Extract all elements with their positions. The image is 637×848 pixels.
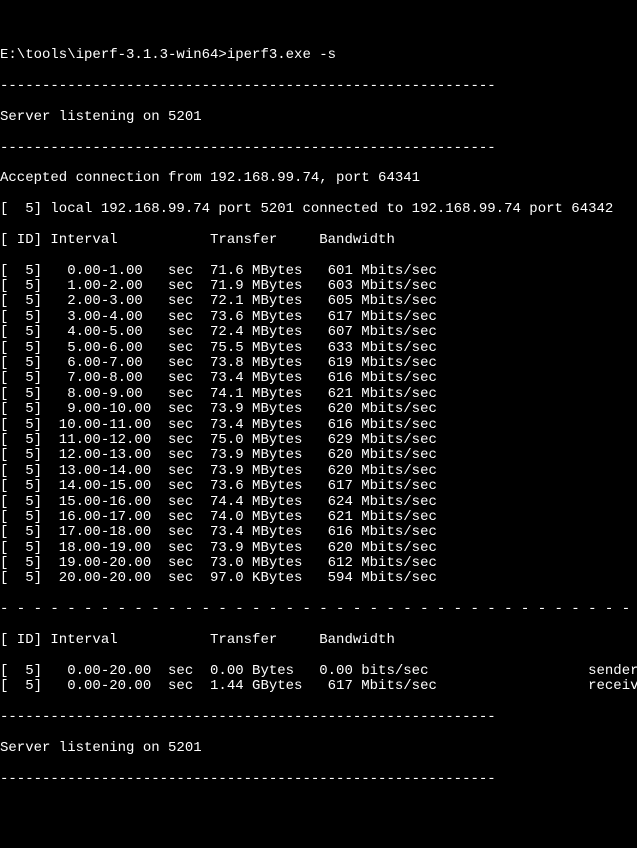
data-row: [ 5] 1.00-2.00 sec 71.9 MBytes 603 Mbits… [0, 279, 637, 294]
data-row: [ 5] 6.00-7.00 sec 73.8 MBytes 619 Mbits… [0, 356, 637, 371]
divider-2: ----------------------------------------… [0, 710, 637, 725]
local-line: [ 5] local 192.168.99.74 port 5201 conne… [0, 202, 637, 217]
listen-line-2: Server listening on 5201 [0, 741, 637, 756]
data-row: [ 5] 12.00-13.00 sec 73.9 MBytes 620 Mbi… [0, 448, 637, 463]
cmd-prompt: E:\tools\iperf-3.1.3-win64>iperf3.exe -s [0, 48, 637, 63]
listen-line-1: Server listening on 5201 [0, 110, 637, 125]
data-row: [ 5] 4.00-5.00 sec 72.4 MBytes 607 Mbits… [0, 325, 637, 340]
accepted-line: Accepted connection from 192.168.99.74, … [0, 171, 637, 186]
data-row: [ 5] 20.00-20.00 sec 97.0 KBytes 594 Mbi… [0, 571, 637, 586]
data-row: [ 5] 7.00-8.00 sec 73.4 MBytes 616 Mbits… [0, 371, 637, 386]
data-row: [ 5] 0.00-1.00 sec 71.6 MBytes 601 Mbits… [0, 264, 637, 279]
data-row: [ 5] 3.00-4.00 sec 73.6 MBytes 617 Mbits… [0, 310, 637, 325]
data-row: [ 5] 2.00-3.00 sec 72.1 MBytes 605 Mbits… [0, 294, 637, 309]
data-row: [ 5] 13.00-14.00 sec 73.9 MBytes 620 Mbi… [0, 464, 637, 479]
data-row: [ 5] 19.00-20.00 sec 73.0 MBytes 612 Mbi… [0, 556, 637, 571]
column-header: [ ID] Interval Transfer Bandwidth [0, 233, 637, 248]
data-row: [ 5] 0.00-20.00 sec 1.44 GBytes 617 Mbit… [0, 679, 637, 694]
data-row: [ 5] 15.00-16.00 sec 74.4 MBytes 624 Mbi… [0, 495, 637, 510]
divider-bottom: ----------------------------------------… [0, 772, 637, 787]
data-row: [ 5] 11.00-12.00 sec 75.0 MBytes 629 Mbi… [0, 433, 637, 448]
data-row: [ 5] 9.00-10.00 sec 73.9 MBytes 620 Mbit… [0, 402, 637, 417]
data-row: [ 5] 8.00-9.00 sec 74.1 MBytes 621 Mbits… [0, 387, 637, 402]
divider-sep [0, 602, 637, 617]
data-row: [ 5] 0.00-20.00 sec 0.00 Bytes 0.00 bits… [0, 664, 637, 679]
divider-1: ----------------------------------------… [0, 141, 637, 156]
data-row: [ 5] 5.00-6.00 sec 75.5 MBytes 633 Mbits… [0, 341, 637, 356]
data-row: [ 5] 10.00-11.00 sec 73.4 MBytes 616 Mbi… [0, 418, 637, 433]
divider-top: ----------------------------------------… [0, 79, 637, 94]
data-row: [ 5] 17.00-18.00 sec 73.4 MBytes 616 Mbi… [0, 525, 637, 540]
data-row: [ 5] 16.00-17.00 sec 74.0 MBytes 621 Mbi… [0, 510, 637, 525]
data-row: [ 5] 18.00-19.00 sec 73.9 MBytes 620 Mbi… [0, 541, 637, 556]
summary-header: [ ID] Interval Transfer Bandwidth [0, 633, 637, 648]
data-row: [ 5] 14.00-15.00 sec 73.6 MBytes 617 Mbi… [0, 479, 637, 494]
